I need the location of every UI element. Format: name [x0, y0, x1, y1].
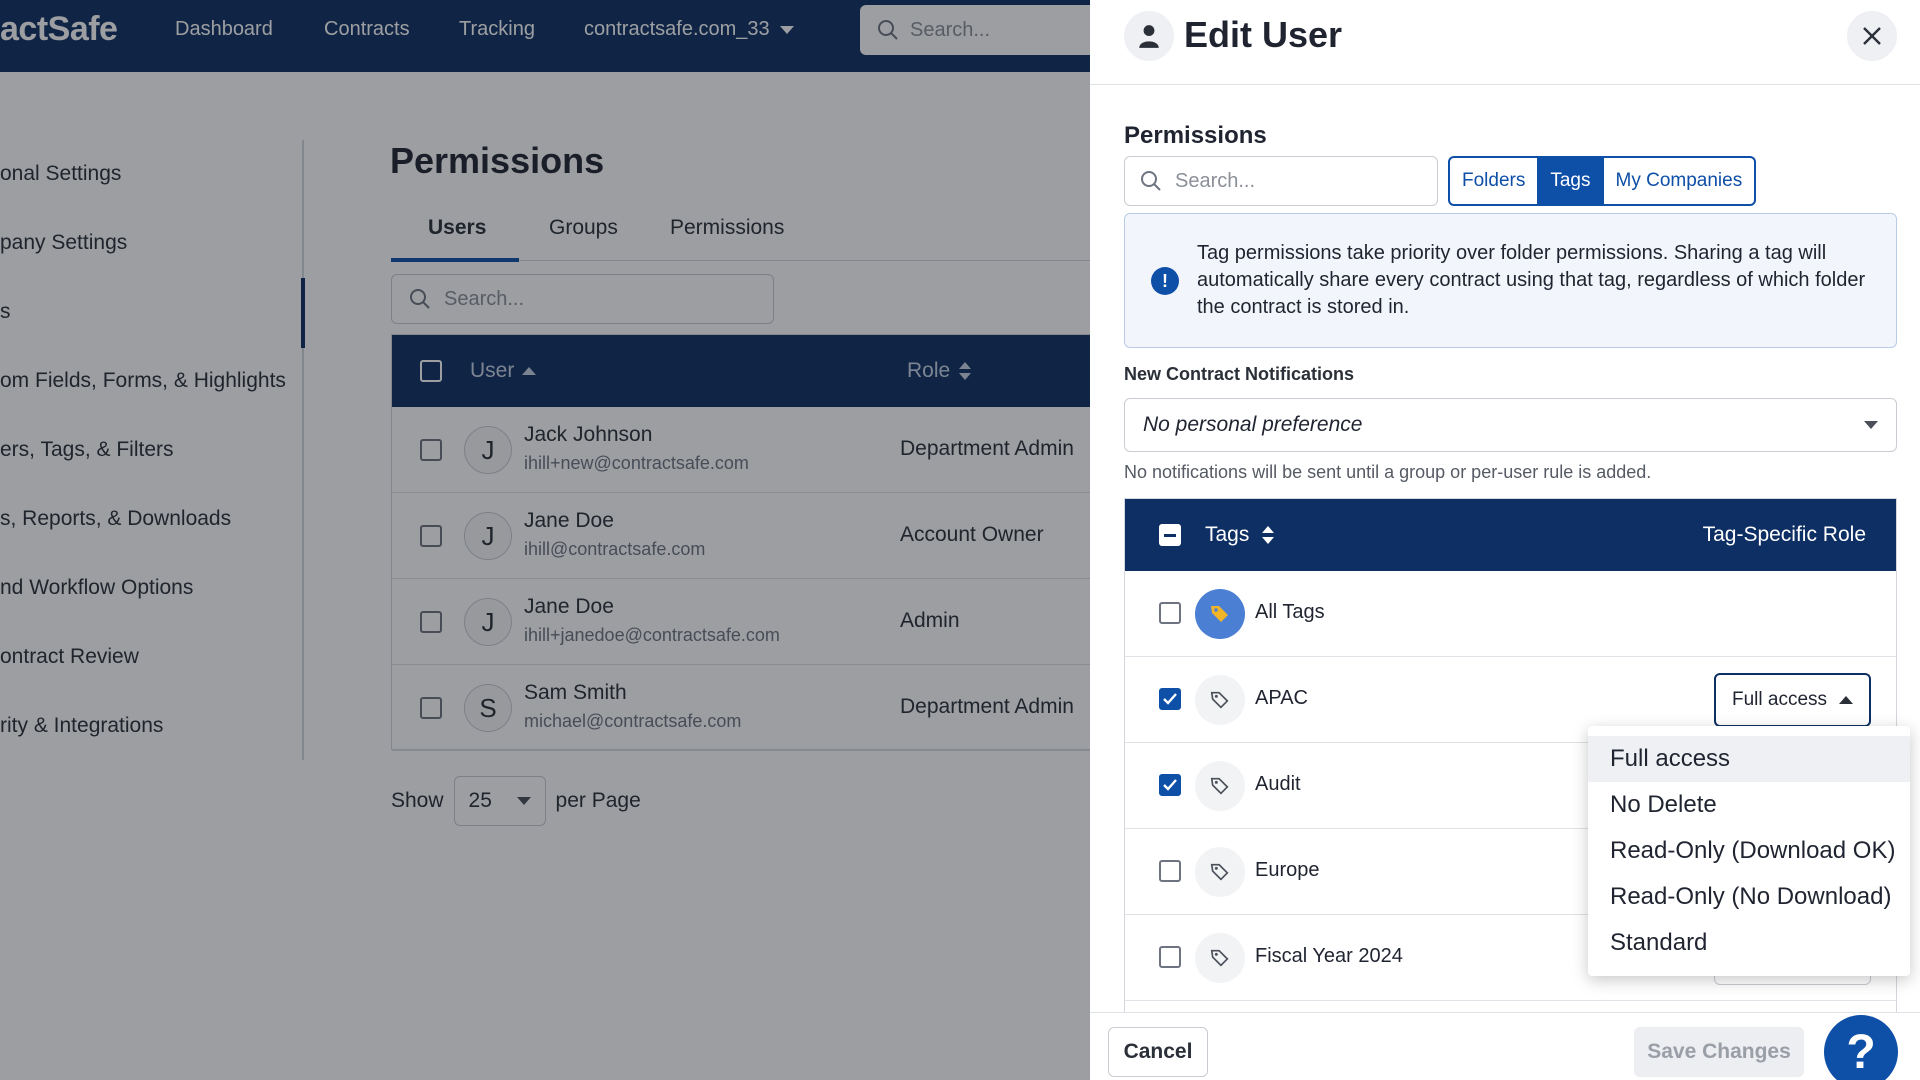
- column-tags[interactable]: Tags: [1205, 523, 1275, 547]
- tag-role-dropdown-menu: Full access No Delete Read-Only (Downloa…: [1588, 726, 1910, 976]
- permissions-section-title: Permissions: [1124, 122, 1267, 149]
- sort-icon: [1262, 526, 1275, 544]
- tags-table-header: Tags Tag-Specific Role: [1125, 499, 1896, 571]
- panel-footer: Cancel Save Changes ?: [1090, 1012, 1920, 1080]
- tag-checkbox[interactable]: [1159, 860, 1181, 882]
- tag-checkbox[interactable]: [1159, 602, 1181, 624]
- tag-icon: [1195, 847, 1245, 897]
- tag-icon: [1195, 933, 1245, 983]
- panel-title: Edit User: [1184, 14, 1343, 55]
- save-changes-button[interactable]: Save Changes: [1634, 1027, 1804, 1077]
- segment-my-companies[interactable]: My Companies: [1604, 158, 1755, 204]
- info-icon: !: [1151, 267, 1179, 295]
- tag-checkbox[interactable]: [1159, 774, 1181, 796]
- role-option-full-access[interactable]: Full access: [1588, 736, 1910, 782]
- tag-name: Fiscal Year 2024: [1255, 945, 1403, 967]
- checkmark-icon: [1163, 779, 1177, 791]
- user-icon: [1124, 11, 1174, 61]
- permission-type-toggle: Folders Tags My Companies: [1448, 156, 1757, 206]
- role-option-read-only-download[interactable]: Read-Only (Download OK): [1588, 828, 1910, 874]
- role-option-no-delete[interactable]: No Delete: [1588, 782, 1910, 828]
- tag-role-select[interactable]: Full access: [1714, 673, 1871, 727]
- panel-header: Edit User: [1090, 0, 1920, 85]
- tag-checkbox[interactable]: [1159, 946, 1181, 968]
- tag-name: All Tags: [1255, 601, 1325, 623]
- tag-name: APAC: [1255, 687, 1308, 709]
- minus-icon: [1164, 533, 1176, 537]
- close-button[interactable]: [1847, 11, 1897, 61]
- column-tags-label: Tags: [1205, 523, 1250, 546]
- tag-icon: [1195, 675, 1245, 725]
- tag-role-value: Full access: [1731, 689, 1828, 710]
- help-button[interactable]: ?: [1824, 1015, 1898, 1080]
- info-text: Tag permissions take priority over folde…: [1197, 242, 1866, 318]
- tag-checkbox[interactable]: [1159, 688, 1181, 710]
- search-icon: [1141, 171, 1161, 191]
- tags-icon: [1195, 589, 1245, 639]
- notifications-hint: No notifications will be sent until a gr…: [1124, 462, 1652, 482]
- tag-row[interactable]: All Tags: [1125, 571, 1896, 657]
- close-icon: [1863, 27, 1881, 45]
- tag-name: Audit: [1255, 773, 1301, 795]
- permissions-search-placeholder: Search...: [1175, 169, 1256, 192]
- role-option-standard[interactable]: Standard: [1588, 920, 1910, 966]
- select-all-tags-checkbox[interactable]: [1159, 524, 1181, 546]
- role-option-read-only-no-download[interactable]: Read-Only (No Download): [1588, 874, 1910, 920]
- modal-backdrop[interactable]: [0, 0, 1090, 1080]
- column-tag-role: Tag-Specific Role: [1702, 523, 1866, 546]
- permissions-search-input[interactable]: Search...: [1124, 156, 1438, 206]
- tag-icon: [1195, 761, 1245, 811]
- segment-tags[interactable]: Tags: [1538, 158, 1604, 204]
- checkmark-icon: [1163, 693, 1177, 705]
- chevron-down-icon: [1864, 421, 1878, 429]
- cancel-button[interactable]: Cancel: [1108, 1027, 1208, 1077]
- notifications-label: New Contract Notifications: [1124, 364, 1355, 384]
- info-alert: ! Tag permissions take priority over fol…: [1124, 213, 1897, 348]
- tag-name: Europe: [1255, 859, 1320, 881]
- segment-folders[interactable]: Folders: [1450, 158, 1539, 204]
- notifications-select[interactable]: No personal preference: [1124, 398, 1897, 452]
- chevron-up-icon: [1839, 696, 1854, 704]
- notifications-value: No personal preference: [1143, 413, 1363, 436]
